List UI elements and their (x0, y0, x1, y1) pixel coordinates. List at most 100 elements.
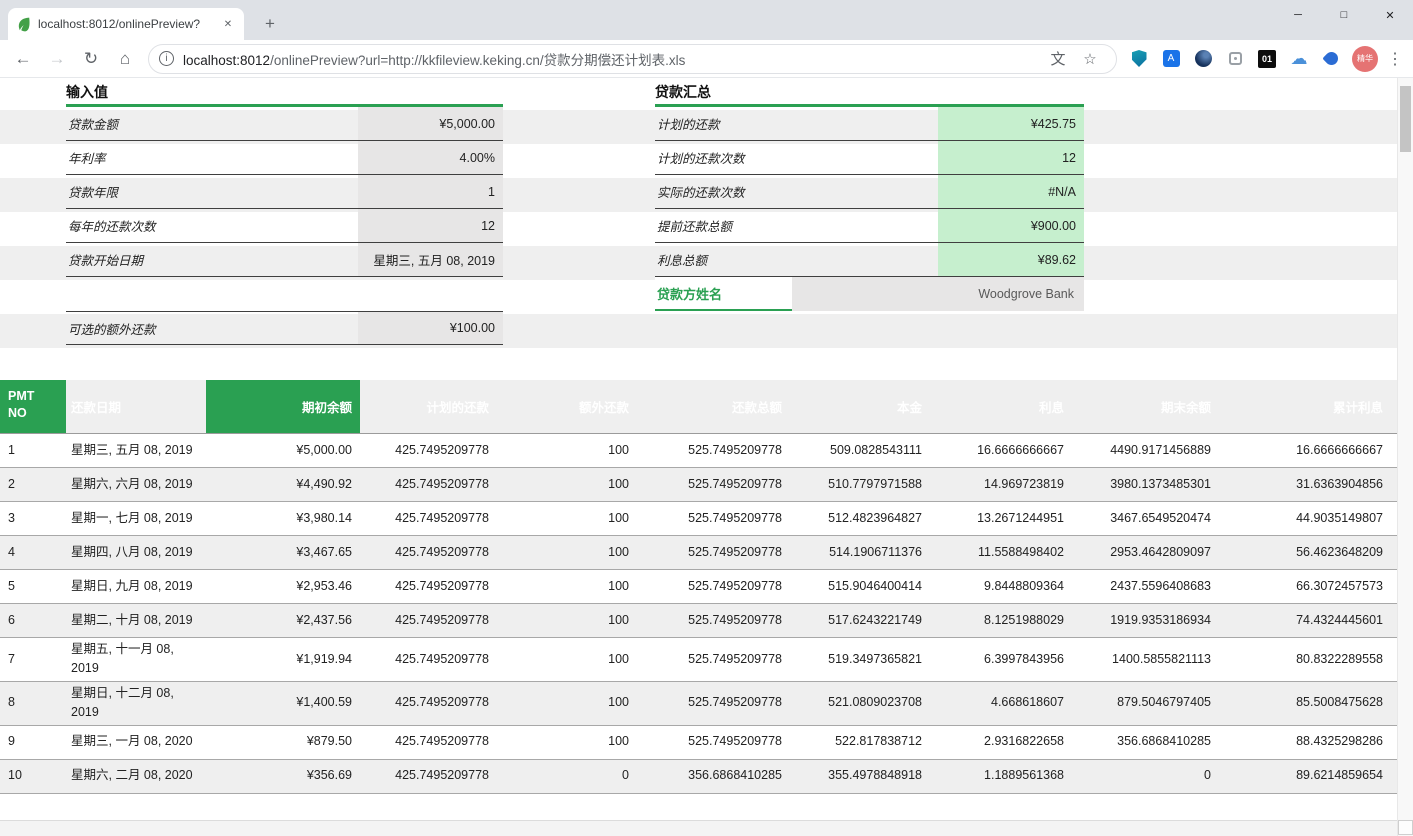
schedule-cell: 425.7495209778 (360, 684, 497, 723)
schedule-row: 6星期二, 十月 08, 2019¥2,437.56425.7495209778… (0, 604, 1397, 638)
schedule-cell: 7 (0, 640, 66, 679)
schedule-cell: 89.6214859654 (1219, 762, 1391, 791)
page-info-icon[interactable]: i (159, 51, 174, 66)
scrollbar-thumb[interactable] (1400, 86, 1411, 152)
pointer-extension-icon[interactable] (1318, 46, 1344, 72)
schedule-cell: 星期三, 五月 08, 2019 (66, 436, 206, 465)
schedule-cell: 100 (497, 684, 637, 723)
url-path: /onlinePreview?url=http://kkfileview.kek… (270, 53, 685, 68)
schedule-cell: ¥2,437.56 (206, 606, 360, 635)
schedule-cell: 16.6666666667 (1219, 436, 1391, 465)
tab-close-icon[interactable]: ✕ (220, 16, 236, 32)
schedule-cell: 14.969723819 (930, 470, 1072, 499)
scrollbar-corner-button[interactable] (1398, 820, 1413, 835)
schedule-cell: 9 (0, 728, 66, 757)
summary-label: 计划的还款次数 (655, 148, 938, 167)
browser-tab[interactable]: localhost:8012/onlinePreview? ✕ (8, 8, 244, 40)
url-text: localhost:8012/onlinePreview?url=http://… (183, 49, 1042, 69)
schedule-cell: 4.668618607 (930, 684, 1072, 723)
home-icon[interactable]: ⌂ (111, 45, 139, 73)
schedule-cell: 355.4978848918 (790, 762, 930, 791)
tab-bar: localhost:8012/onlinePreview? ✕ + ─ □ ✕ (0, 0, 1413, 40)
gray-shape (1229, 52, 1242, 65)
schedule-cell: 100 (497, 538, 637, 567)
schedule-cell: 4 (0, 538, 66, 567)
badge-01-extension-icon[interactable]: 01 (1254, 46, 1280, 72)
schedule-header-cell: 还款日期 (66, 380, 206, 433)
browser-menu-icon[interactable]: ⋮ (1383, 49, 1407, 69)
schedule-cell: 517.6243221749 (790, 606, 930, 635)
schedule-cell: 88.4325298286 (1219, 728, 1391, 757)
schedule-cell: 425.7495209778 (360, 640, 497, 679)
back-icon[interactable]: ← (9, 45, 37, 73)
tab-title: localhost:8012/onlinePreview? (38, 17, 214, 31)
schedule-cell: 8.1251988029 (930, 606, 1072, 635)
schedule-cell: 1919.9353186934 (1072, 606, 1219, 635)
input-label: 贷款年限 (66, 182, 358, 201)
gray-extension-icon[interactable] (1222, 46, 1248, 72)
schedule-cell: 356.6868410285 (637, 762, 790, 791)
schedule-cell: 100 (497, 470, 637, 499)
lender-label: 贷款方姓名 (655, 277, 792, 311)
schedule-cell: 100 (497, 504, 637, 533)
kite-shape (1322, 49, 1340, 67)
input-row: 年利率4.00% (66, 141, 503, 175)
extra-payment-row: 可选的额外还款 ¥100.00 (66, 311, 503, 345)
extra-payment-value: ¥100.00 (358, 312, 503, 344)
vertical-scrollbar[interactable] (1397, 78, 1413, 836)
schedule-cell: 425.7495209778 (360, 572, 497, 601)
schedule-cell: 2.9316822658 (930, 728, 1072, 757)
input-label: 贷款开始日期 (66, 250, 358, 269)
schedule-header-cell: 期初余额 (206, 380, 360, 433)
summary-row: 计划的还款次数12 (655, 141, 1084, 175)
bookmark-star-icon[interactable]: ☆ (1077, 46, 1103, 72)
translate-icon[interactable]: 文 (1045, 46, 1071, 72)
schedule-cell: 100 (497, 572, 637, 601)
amortization-table: PMT NO还款日期期初余额计划的还款额外还款还款总额本金利息期末余额累计利息 … (0, 380, 1397, 794)
schedule-cell: 1.1889561368 (930, 762, 1072, 791)
input-label: 每年的还款次数 (66, 216, 358, 235)
cloud-extension-icon[interactable]: ☁ (1286, 46, 1312, 72)
schedule-header-cell: 累计利息 (1219, 380, 1391, 433)
summary-panel-title: 贷款汇总 (655, 80, 1084, 107)
close-button[interactable]: ✕ (1367, 0, 1413, 30)
schedule-cell: 100 (497, 436, 637, 465)
schedule-cell: 356.6868410285 (1072, 728, 1219, 757)
schedule-cell: ¥1,400.59 (206, 684, 360, 723)
schedule-row: 5星期日, 九月 08, 2019¥2,953.46425.7495209778… (0, 570, 1397, 604)
schedule-cell: 525.7495209778 (637, 728, 790, 757)
summary-row: 计划的还款¥425.75 (655, 107, 1084, 141)
horizontal-scrollbar[interactable] (0, 820, 1397, 836)
schedule-cell: 425.7495209778 (360, 606, 497, 635)
reload-icon[interactable]: ↻ (77, 45, 105, 73)
window-controls: ─ □ ✕ (1275, 0, 1413, 30)
schedule-header-cell: 计划的还款 (360, 380, 497, 433)
shield-extension-icon[interactable] (1126, 46, 1152, 72)
blue-extension-icon[interactable]: A (1158, 46, 1184, 72)
schedule-cell: 519.3497365821 (790, 640, 930, 679)
schedule-header-cell: 还款总额 (637, 380, 790, 433)
schedule-body: 1星期三, 五月 08, 2019¥5,000.00425.7495209778… (0, 434, 1397, 794)
summary-label: 实际的还款次数 (655, 182, 938, 201)
summary-value: ¥900.00 (938, 209, 1084, 242)
new-tab-button[interactable]: + (258, 12, 282, 36)
schedule-cell: 星期四, 八月 08, 2019 (66, 538, 206, 567)
schedule-cell: 525.7495209778 (637, 640, 790, 679)
input-panel: 输入值 贷款金额¥5,000.00年利率4.00%贷款年限1每年的还款次数12贷… (66, 80, 503, 345)
schedule-cell: 0 (1072, 762, 1219, 791)
lender-row: 贷款方姓名 Woodgrove Bank (655, 277, 1084, 311)
address-bar[interactable]: i localhost:8012/onlinePreview?url=http:… (148, 44, 1117, 74)
schedule-cell: 6.3997843956 (930, 640, 1072, 679)
summary-row: 提前还款总额¥900.00 (655, 209, 1084, 243)
schedule-cell: 425.7495209778 (360, 436, 497, 465)
maximize-button[interactable]: □ (1321, 0, 1367, 30)
schedule-cell: 525.7495209778 (637, 572, 790, 601)
forward-icon[interactable]: → (43, 45, 71, 73)
profile-avatar[interactable]: 精华 (1352, 46, 1378, 72)
schedule-cell: 4490.9171456889 (1072, 436, 1219, 465)
dark-circle-extension-icon[interactable] (1190, 46, 1216, 72)
schedule-cell: ¥4,490.92 (206, 470, 360, 499)
schedule-cell: 425.7495209778 (360, 470, 497, 499)
minimize-button[interactable]: ─ (1275, 0, 1321, 30)
schedule-cell: ¥2,953.46 (206, 572, 360, 601)
